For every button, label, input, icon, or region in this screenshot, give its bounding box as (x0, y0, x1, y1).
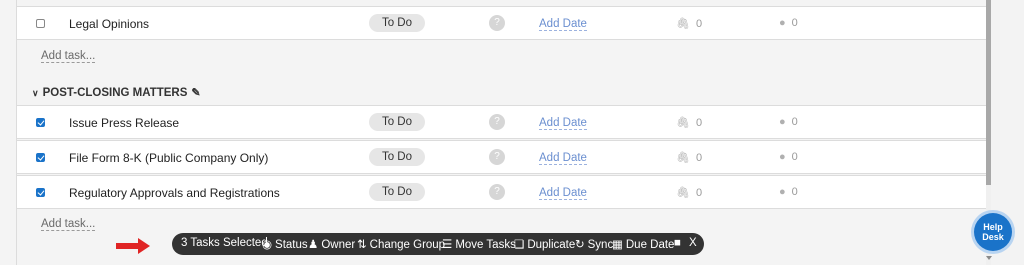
add-task-link[interactable]: Add task... (41, 218, 96, 231)
paperclip-icon: 🖇︎ (676, 152, 690, 164)
status-pill[interactable]: To Do (369, 183, 425, 201)
task-name[interactable]: Regulatory Approvals and Registrations (69, 186, 280, 200)
task-row[interactable]: File Form 8-K (Public Company Only) To D… (17, 140, 986, 174)
owner-avatar[interactable]: ? (489, 15, 505, 31)
task-row[interactable]: Regulatory Approvals and Registrations T… (17, 175, 986, 209)
owner-action-label: Owner (321, 239, 356, 251)
change-group-label: Change Group (369, 239, 446, 251)
calendar-icon: ▦ (612, 239, 623, 251)
selected-count: 3 Tasks Selected (181, 237, 268, 249)
close-bar-button[interactable]: X (689, 237, 697, 249)
task-checkbox[interactable] (36, 19, 45, 28)
task-checkbox[interactable] (36, 118, 45, 127)
sync-action[interactable]: ↻ Sync (575, 237, 613, 251)
paperclip-icon: 🖇︎ (676, 187, 690, 199)
owner-action[interactable]: ♟︎ Owner (308, 237, 355, 251)
duplicate-label: Duplicate (527, 239, 576, 251)
list-icon: ☰ (442, 239, 453, 251)
status-pill[interactable]: To Do (369, 148, 425, 166)
task-checkbox[interactable] (36, 188, 45, 197)
attachment-count: 0 (695, 187, 703, 199)
comment-icon: ● (779, 186, 786, 198)
scroll-down-arrow-icon[interactable] (986, 256, 992, 260)
comment-count: 0 (791, 116, 798, 128)
attachments[interactable]: 🖇︎ 0 (676, 186, 702, 199)
bulk-action-bar: 3 Tasks Selected ◉ Status ♟︎ Owner ⇅ Change… (172, 233, 704, 255)
status-action[interactable]: ◉ Status (262, 237, 308, 251)
comments[interactable]: ● 0 (779, 116, 798, 128)
comment-count: 0 (791, 17, 798, 29)
comments[interactable]: ● 0 (779, 17, 798, 29)
task-row[interactable]: Legal Opinions To Do ? Add Date 🖇︎ 0 ● 0 (17, 6, 986, 40)
add-date-link[interactable]: Add Date (539, 18, 587, 31)
status-pill[interactable]: To Do (369, 113, 425, 131)
add-task-link[interactable]: Add task... (41, 50, 96, 63)
pencil-icon[interactable]: ✎ (191, 86, 200, 99)
owner-avatar[interactable]: ? (489, 114, 505, 130)
status-action-label: Status (275, 239, 308, 251)
move-tasks-action[interactable]: ☰ Move Tasks (442, 237, 516, 251)
chevron-down-icon[interactable]: ∨ (32, 88, 39, 99)
status-pill[interactable]: To Do (369, 14, 425, 32)
attachments[interactable]: 🖇︎ 0 (676, 151, 702, 164)
help-desk-button[interactable]: Help Desk (974, 213, 1012, 251)
comment-count: 0 (791, 186, 798, 198)
attachment-count: 0 (695, 117, 703, 129)
status-icon: ◉ (262, 239, 273, 251)
paperclip-icon: 🖇︎ (676, 117, 690, 129)
trash-icon: ■ (674, 237, 681, 249)
duplicate-action[interactable]: ❏ Duplicate (514, 237, 575, 251)
paperclip-icon: 🖇︎ (676, 18, 690, 30)
scrollbar-thumb[interactable] (986, 0, 991, 185)
task-name[interactable]: Legal Opinions (69, 17, 149, 31)
comment-icon: ● (779, 17, 786, 29)
comment-icon: ● (779, 116, 786, 128)
task-name[interactable]: File Form 8-K (Public Company Only) (69, 151, 268, 165)
due-date-action[interactable]: ▦ Due Date (612, 237, 674, 251)
move-tasks-label: Move Tasks (455, 239, 516, 251)
group-header[interactable]: ∨ POST-CLOSING MATTERS ✎ (32, 86, 201, 99)
owner-avatar[interactable]: ? (489, 149, 505, 165)
task-row[interactable]: Issue Press Release To Do ? Add Date 🖇︎ 0… (17, 105, 986, 139)
comment-count: 0 (791, 151, 798, 163)
add-date-link[interactable]: Add Date (539, 187, 587, 200)
delete-action[interactable]: ■ (674, 237, 681, 249)
owner-avatar[interactable]: ? (489, 184, 505, 200)
attachment-count: 0 (695, 152, 703, 164)
copy-icon: ❏ (514, 239, 525, 251)
change-group-action[interactable]: ⇅ Change Group (357, 237, 445, 251)
red-arrow-icon (116, 238, 150, 254)
help-desk-line2: Desk (982, 232, 1004, 242)
add-date-link[interactable]: Add Date (539, 152, 587, 165)
due-date-label: Due Date (625, 239, 675, 251)
sync-icon: ↻ (575, 239, 585, 251)
person-icon: ♟︎ (308, 239, 319, 251)
comments[interactable]: ● 0 (779, 186, 798, 198)
attachment-count: 0 (695, 18, 703, 30)
sort-arrows-icon: ⇅ (357, 239, 367, 251)
comments[interactable]: ● 0 (779, 151, 798, 163)
add-date-link[interactable]: Add Date (539, 117, 587, 130)
sync-label: Sync (587, 239, 614, 251)
attachments[interactable]: 🖇︎ 0 (676, 17, 702, 30)
comment-icon: ● (779, 151, 786, 163)
help-desk-line1: Help (983, 222, 1003, 232)
group-title: POST-CLOSING MATTERS (42, 87, 188, 99)
attachments[interactable]: 🖇︎ 0 (676, 116, 702, 129)
task-name[interactable]: Issue Press Release (69, 116, 179, 130)
task-checkbox[interactable] (36, 153, 45, 162)
